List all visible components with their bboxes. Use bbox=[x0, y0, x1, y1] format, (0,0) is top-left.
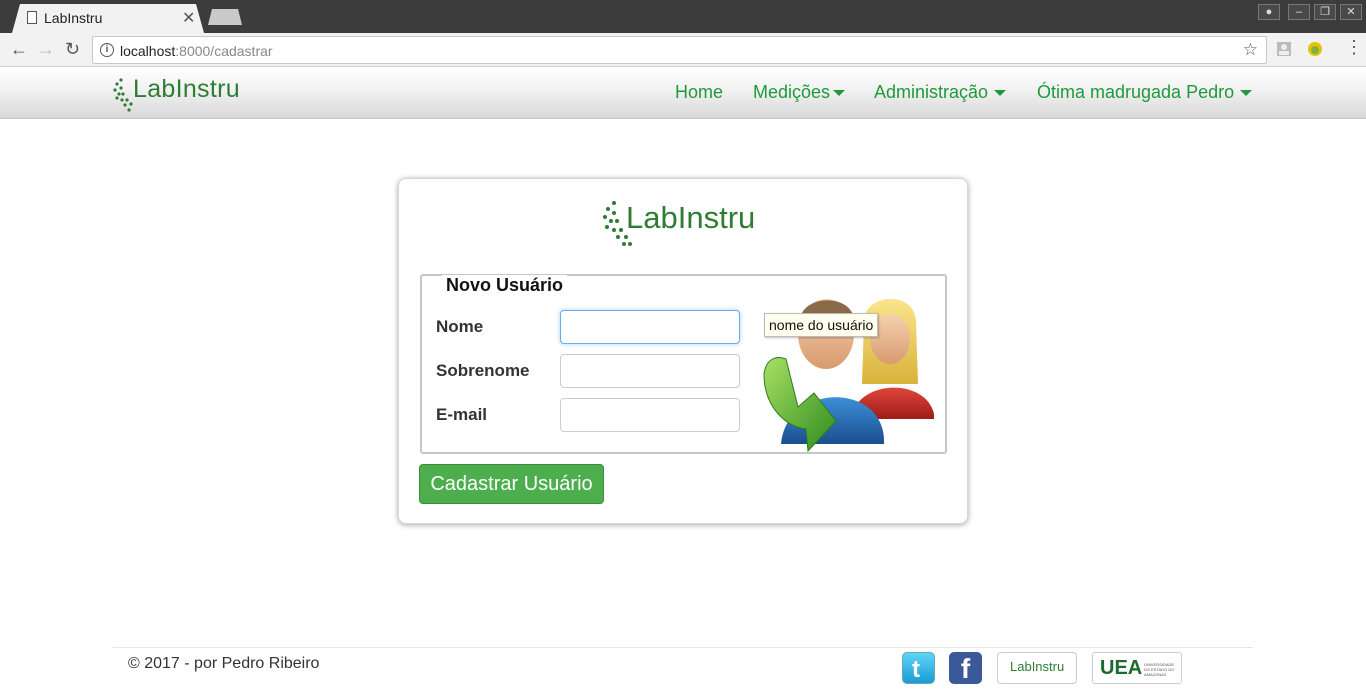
back-icon[interactable]: ← bbox=[10, 39, 28, 60]
caret-down-icon bbox=[994, 90, 1007, 97]
reload-icon[interactable]: ↻ bbox=[65, 39, 80, 60]
new-tab-button[interactable] bbox=[208, 9, 242, 25]
url-text: localhost:8000/cadastrar bbox=[120, 43, 273, 59]
nav-user-menu[interactable]: Ótima madrugada Pedro bbox=[1037, 82, 1253, 103]
svg-text:t: t bbox=[912, 656, 920, 683]
caret-down-icon bbox=[1240, 90, 1253, 97]
bookmark-star-icon[interactable]: ☆ bbox=[1243, 40, 1258, 60]
nome-input[interactable] bbox=[560, 310, 740, 344]
uea-logo[interactable]: UEA UNIVERSIDADE DO ESTADO DO AMAZONAS bbox=[1092, 652, 1182, 684]
email-input[interactable] bbox=[560, 398, 740, 432]
email-label: E-mail bbox=[436, 405, 488, 424]
sobrenome-input[interactable] bbox=[560, 354, 740, 388]
copyright-text: © 2017 - por Pedro Ribeiro bbox=[128, 655, 320, 672]
tooltip: nome do usuário bbox=[764, 313, 879, 337]
tab-title: LabInstru bbox=[44, 10, 103, 26]
browser-toolbar: ← → ↻ i localhost:8000/cadastrar ☆ ⋮ bbox=[0, 33, 1366, 67]
card-logo: LabInstru bbox=[602, 197, 772, 253]
nav-administracao[interactable]: Administração bbox=[874, 82, 1007, 103]
browser-tab[interactable]: LabInstru ✕ bbox=[12, 4, 204, 33]
extension-icon[interactable] bbox=[1276, 41, 1292, 57]
nav-home[interactable]: Home bbox=[675, 82, 723, 103]
facebook-icon[interactable]: f bbox=[949, 652, 982, 684]
register-card: LabInstru Novo Usuário Nome Sobrenome E-… bbox=[398, 178, 968, 524]
footer-divider bbox=[113, 647, 1253, 648]
menu-icon[interactable]: ⋮ bbox=[1345, 37, 1363, 58]
restore-button[interactable]: ❐ bbox=[1314, 4, 1336, 20]
brand-text: LabInstru bbox=[133, 75, 240, 103]
nome-label: Nome bbox=[436, 317, 484, 336]
forward-icon[interactable]: → bbox=[37, 39, 55, 60]
browser-tab-bar: LabInstru ✕ ● – ❐ ✕ bbox=[0, 0, 1366, 33]
sobrenome-label: Sobrenome bbox=[436, 361, 530, 380]
minimize-button[interactable]: – bbox=[1288, 4, 1310, 20]
register-user-button[interactable]: Cadastrar Usuário bbox=[419, 464, 604, 504]
document-icon bbox=[27, 11, 37, 24]
fieldset-legend: Novo Usuário bbox=[442, 275, 568, 296]
brand-logo[interactable]: LabInstru bbox=[113, 72, 253, 116]
address-bar[interactable]: i localhost:8000/cadastrar ☆ bbox=[92, 36, 1267, 64]
profile-icon[interactable]: ● bbox=[1258, 4, 1280, 20]
close-window-button[interactable]: ✕ bbox=[1340, 4, 1362, 20]
nav-medicoes[interactable]: Medições bbox=[753, 82, 846, 103]
android-extension-icon[interactable] bbox=[1307, 41, 1323, 57]
labinstru-badge[interactable]: LabInstru bbox=[997, 652, 1077, 684]
card-logo-text: LabInstru bbox=[626, 200, 756, 235]
site-navbar: LabInstru Home Medições Administração Ót… bbox=[0, 68, 1366, 119]
logo-dots-icon bbox=[113, 78, 133, 112]
twitter-icon[interactable]: t bbox=[902, 652, 935, 684]
caret-down-icon bbox=[833, 90, 846, 97]
close-tab-icon[interactable]: ✕ bbox=[182, 8, 195, 28]
info-icon[interactable]: i bbox=[100, 43, 114, 57]
